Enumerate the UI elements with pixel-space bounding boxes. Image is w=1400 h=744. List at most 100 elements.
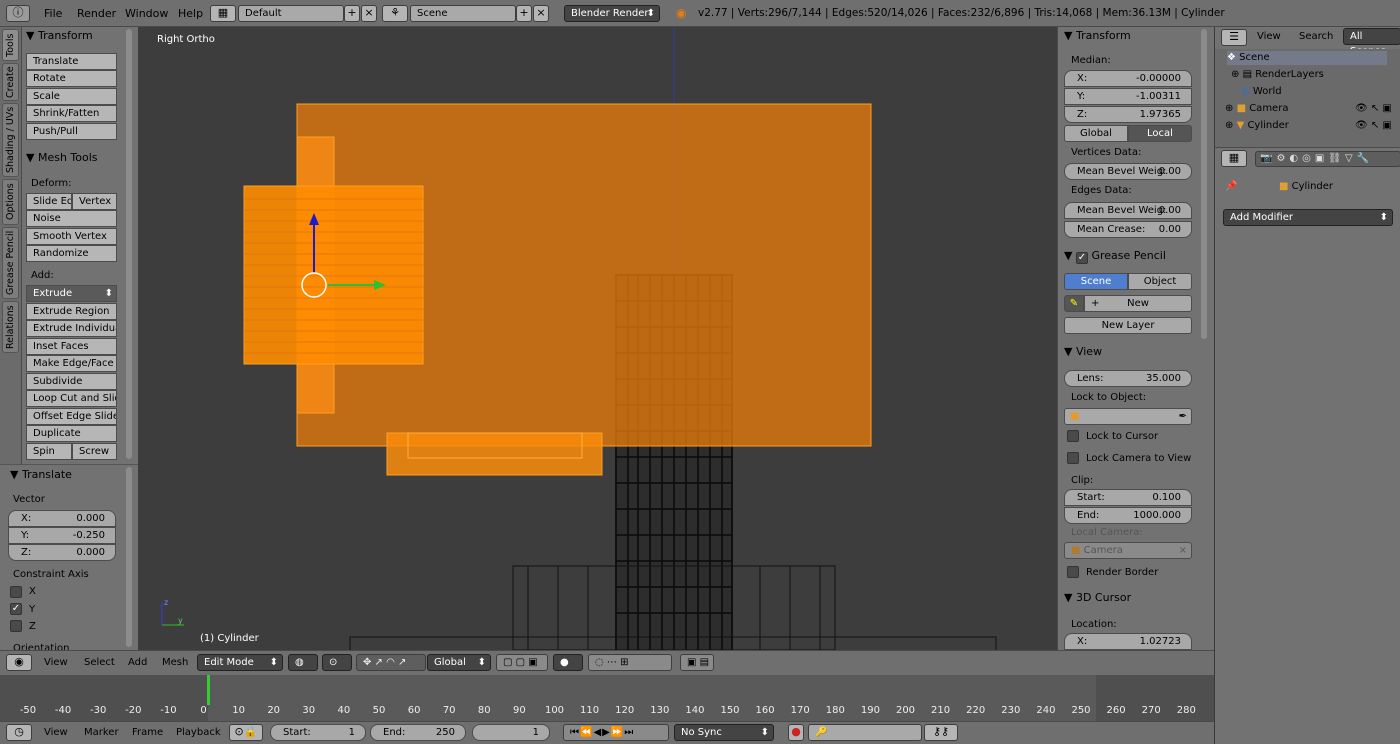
properties-context-tabs[interactable]: 📷⚙◐◎▣⛓▽🔧 (1255, 151, 1400, 167)
start-frame-field[interactable]: Start: 1 (270, 724, 366, 741)
add-modifier-dropdown[interactable]: Add Modifier ⬍ (1223, 209, 1393, 226)
mean-bevel-edge-field[interactable]: Mean Bevel Weig: 0.00 (1064, 202, 1192, 219)
constraint-z-checkbox[interactable] (10, 620, 22, 632)
scene-icon[interactable]: ⚘ (382, 5, 408, 22)
keyframe-icons[interactable]: ⚷⚷ (924, 724, 958, 741)
3d-viewport[interactable]: z y Right Ortho (1) Cylinder (138, 27, 1057, 650)
timeline-editor-icon[interactable]: ◷ (6, 724, 32, 741)
rotate-button[interactable]: Rotate (26, 70, 117, 87)
shading-dropdown[interactable]: ◍ (288, 654, 318, 671)
selected-mesh[interactable] (243, 103, 872, 476)
npanel-scrollbar[interactable] (1201, 29, 1207, 339)
tab-tools[interactable]: Tools (2, 29, 19, 61)
view3d-editor-icon[interactable]: ◉ (6, 654, 32, 671)
playback-controls[interactable]: ⏮⏪◀▶⏩⏭ (563, 724, 669, 741)
slide-edge-button[interactable]: Slide Ed (26, 193, 72, 210)
offset-edge-slide-button[interactable]: Offset Edge Slide (26, 408, 117, 425)
record-icon[interactable]: ● (788, 724, 804, 741)
render-border-checkbox[interactable] (1067, 566, 1079, 578)
lock-to-cursor-checkbox[interactable] (1067, 430, 1079, 442)
scene-field[interactable]: Scene (410, 5, 516, 22)
constraint-x-checkbox[interactable] (10, 586, 22, 598)
preview-range-icon[interactable]: ⊙🔒 (229, 724, 263, 741)
render-engine-dropdown[interactable]: Blender Render ⬍ (564, 5, 660, 22)
snap-buttons[interactable]: ◌ ⋯ ⊞ (588, 654, 672, 671)
menu-render[interactable]: Render (77, 7, 116, 20)
menu-help[interactable]: Help (178, 7, 203, 20)
clip-end-field[interactable]: End: 1000.000 (1064, 507, 1192, 524)
translate-button[interactable]: Translate (26, 53, 117, 70)
mean-crease-field[interactable]: Mean Crease: 0.00 (1064, 221, 1192, 238)
loop-cut-slide-button[interactable]: Loop Cut and Slide (26, 390, 117, 407)
clear-icon[interactable]: × (1179, 543, 1187, 558)
orientation-dropdown[interactable]: Global ⬍ (427, 654, 491, 671)
constraint-y-checkbox[interactable]: ✓ (10, 603, 22, 615)
current-frame-field[interactable]: 1 (472, 724, 550, 741)
scale-button[interactable]: Scale (26, 88, 117, 105)
display-mode-dropdown[interactable]: All Scenes (1343, 28, 1400, 57)
median-x-field[interactable]: X: -0.00000 (1064, 70, 1192, 87)
outliner-item-world[interactable]: ◍ World (1241, 86, 1282, 97)
outliner-item-cylinder[interactable]: ⊕ ▼ Cylinder (1225, 120, 1289, 131)
grease-pencil-checkbox[interactable]: ✓ (1075, 252, 1088, 264)
mesh-tools-panel-header[interactable]: ▼ Mesh Tools (26, 151, 98, 164)
select-menu[interactable]: Select (84, 657, 115, 668)
screen-layout-icon[interactable]: ▦ (210, 5, 236, 22)
tab-options[interactable]: Options (2, 179, 19, 225)
screw-button[interactable]: Screw (72, 443, 117, 460)
mesh-menu[interactable]: Mesh (162, 657, 188, 668)
3d-cursor-header[interactable]: ▼ 3D Cursor (1064, 591, 1131, 604)
vector-y-field[interactable]: Y: -0.250 (8, 527, 116, 544)
pivot-dropdown[interactable]: ⊙ (322, 654, 352, 671)
translate-redo-header[interactable]: ▼ Translate (10, 468, 72, 481)
grease-pencil-header[interactable]: ▼ ✓ Grease Pencil (1064, 249, 1166, 264)
outliner-item-scene[interactable]: ❖ Scene (1227, 52, 1270, 63)
tab-relations[interactable]: Relations (2, 301, 19, 353)
menu-window[interactable]: Window (125, 7, 168, 20)
timeline-view-menu[interactable]: View (44, 727, 68, 738)
end-frame-field[interactable]: End: 250 (370, 724, 466, 741)
gp-new-layer-button[interactable]: New Layer (1064, 317, 1192, 334)
layer-buttons[interactable]: ▢ ▢ ▣ (496, 654, 548, 671)
extrude-dropdown[interactable]: Extrude ⬍ (26, 285, 117, 302)
outliner-item-camera[interactable]: ⊕ ■ Camera (1225, 103, 1288, 114)
outliner-editor-icon[interactable]: ☰ (1221, 29, 1247, 46)
smooth-vertex-button[interactable]: Smooth Vertex (26, 228, 117, 245)
context-icons[interactable]: 📷⚙◐◎▣⛓▽🔧 (1260, 153, 1373, 164)
vector-z-field[interactable]: Z: 0.000 (8, 544, 116, 561)
add-layout-icon[interactable]: + (344, 5, 360, 22)
mode-dropdown[interactable]: Edit Mode ⬍ (197, 654, 283, 671)
viewport-canvas[interactable]: z y (138, 27, 1057, 650)
tab-grease-pencil[interactable]: Grease Pencil (2, 227, 19, 299)
remove-layout-icon[interactable]: × (361, 5, 377, 22)
redo-scrollbar[interactable] (126, 467, 132, 647)
duplicate-button[interactable]: Duplicate (26, 425, 117, 442)
proportional-dropdown[interactable]: ● (553, 654, 583, 671)
playback-menu[interactable]: Playback (176, 727, 221, 738)
layout-field[interactable]: Default (238, 5, 344, 22)
lens-field[interactable]: Lens: 35.000 (1064, 370, 1192, 387)
subdivide-button[interactable]: Subdivide (26, 373, 117, 390)
global-toggle[interactable]: Global (1064, 125, 1128, 142)
camera-visibility-icon[interactable]: 👁 ↖ ▣ (1355, 103, 1392, 114)
remove-scene-icon[interactable]: × (533, 5, 549, 22)
local-toggle[interactable]: Local (1128, 125, 1192, 142)
sync-dropdown[interactable]: No Sync ⬍ (674, 724, 774, 741)
tab-create[interactable]: Create (2, 63, 19, 101)
gp-pencil-icon[interactable]: ✎ (1064, 295, 1084, 312)
extrude-individual-button[interactable]: Extrude Individual (26, 320, 117, 337)
median-y-field[interactable]: Y: -1.00311 (1064, 88, 1192, 105)
marker-menu[interactable]: Marker (84, 727, 119, 738)
shrink-fatten-button[interactable]: Shrink/Fatten (26, 105, 117, 122)
spin-button[interactable]: Spin (26, 443, 72, 460)
lock-object-field[interactable]: ■ ✒ (1064, 408, 1192, 425)
local-camera-field[interactable]: ■ Camera × (1064, 542, 1192, 559)
extrude-region-button[interactable]: Extrude Region (26, 303, 117, 320)
make-edge-face-button[interactable]: Make Edge/Face (26, 355, 117, 372)
menu-file[interactable]: File (44, 7, 62, 20)
manipulator-buttons[interactable]: ✥ ↗ ◠ ↗ (356, 654, 426, 671)
median-z-field[interactable]: Z: 1.97365 (1064, 106, 1192, 123)
eyedropper-icon[interactable]: ✒ (1179, 409, 1187, 424)
view-panel-header[interactable]: ▼ View (1064, 345, 1102, 358)
timeline[interactable]: -50 -40 -30 -20 -10 0 10 20 30 40 50 60 70 80 90 100 110… (0, 675, 1214, 721)
